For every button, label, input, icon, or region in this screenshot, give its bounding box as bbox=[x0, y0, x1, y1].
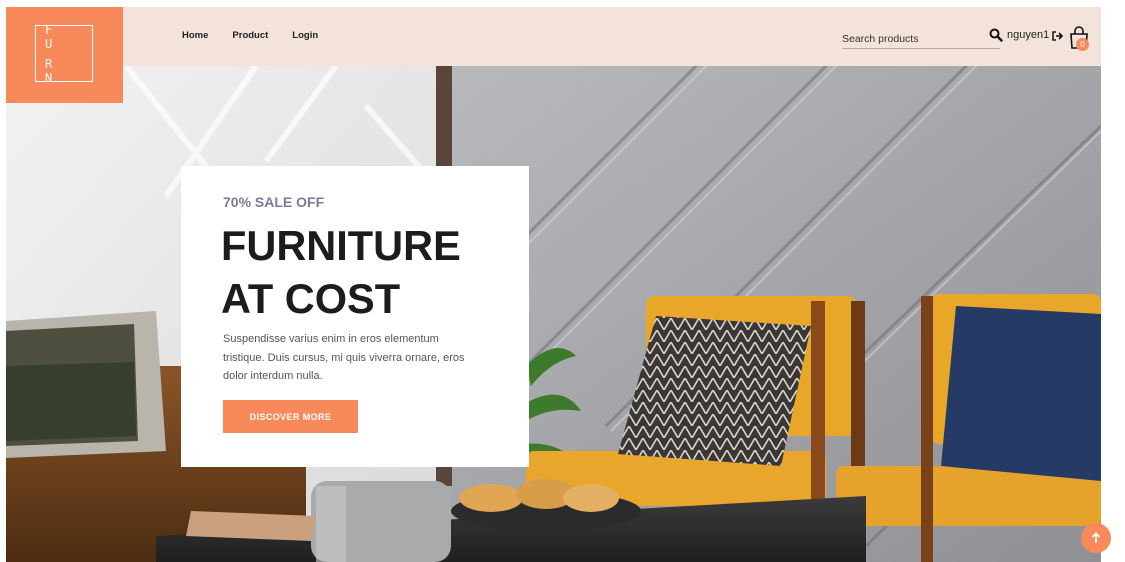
hero-promo-card: 70% SALE OFF FURNITURE AT COST Suspendis… bbox=[181, 166, 529, 467]
discover-more-button[interactable]: DISCOVER MORE bbox=[223, 400, 358, 433]
arrow-up-icon bbox=[1091, 532, 1101, 543]
site-logo[interactable]: F U R N bbox=[6, 7, 123, 103]
search-field bbox=[842, 27, 1000, 49]
search-icon[interactable] bbox=[989, 28, 1003, 42]
promo-headline: FURNITURE AT COST bbox=[221, 219, 521, 325]
cart-count-badge: 0 bbox=[1076, 38, 1089, 51]
search-input[interactable] bbox=[842, 29, 972, 49]
promo-kicker: 70% SALE OFF bbox=[223, 194, 325, 210]
main-nav: Home Product Login bbox=[182, 30, 318, 41]
logo-text-line2: R N bbox=[45, 56, 62, 85]
hero-banner bbox=[6, 66, 1101, 562]
scroll-to-top-button[interactable] bbox=[1081, 523, 1111, 553]
logo-frame: F U R N bbox=[35, 22, 93, 85]
nav-link-login[interactable]: Login bbox=[292, 30, 318, 41]
nav-link-product[interactable]: Product bbox=[232, 30, 268, 41]
site-header: Home Product Login nguyen1 0 bbox=[6, 7, 1101, 66]
nav-link-home[interactable]: Home bbox=[182, 30, 208, 41]
promo-headline-line1: FURNITURE bbox=[221, 222, 461, 269]
logo-text-line1: F U bbox=[45, 22, 62, 51]
hero-background-image bbox=[6, 66, 1101, 562]
logout-icon[interactable] bbox=[1052, 31, 1063, 41]
promo-headline-line2: AT COST bbox=[221, 275, 401, 322]
page-frame: Home Product Login nguyen1 0 F U R N bbox=[6, 7, 1101, 562]
promo-description: Suspendisse varius enim in eros elementu… bbox=[223, 333, 465, 382]
username-link[interactable]: nguyen1 bbox=[1007, 29, 1049, 41]
